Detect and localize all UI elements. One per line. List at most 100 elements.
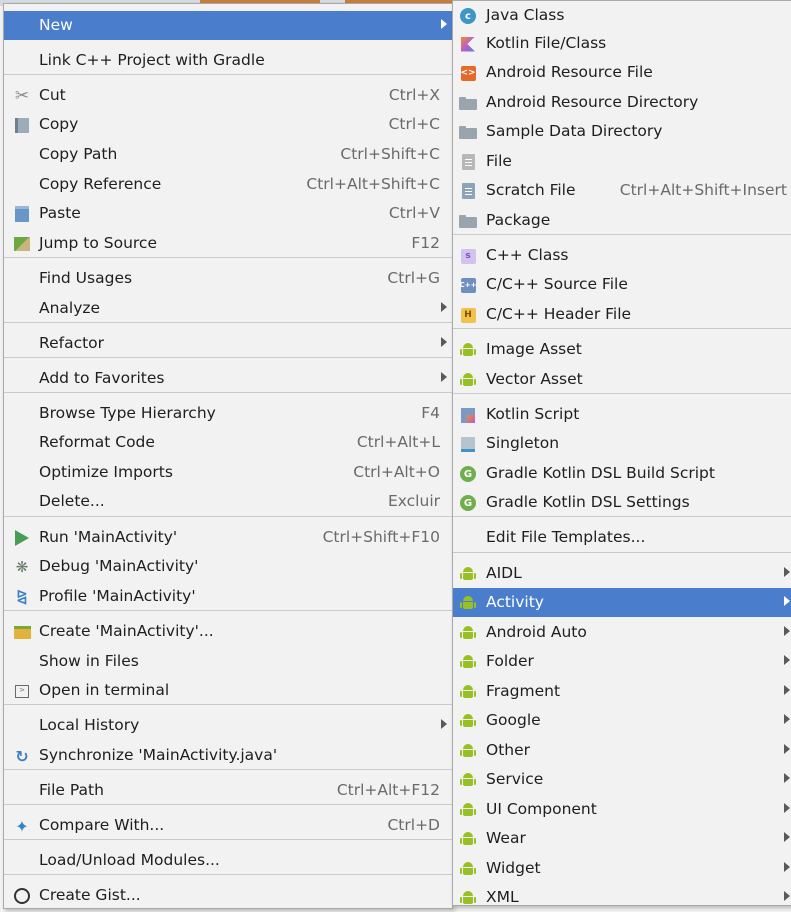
menu-item-label: Kotlin File/Class bbox=[486, 34, 607, 52]
android-icon bbox=[458, 741, 478, 761]
menu-item-reformat-code[interactable]: Reformat Code Ctrl+Alt+L bbox=[4, 428, 452, 457]
menu-item-refactor[interactable]: Refactor bbox=[4, 329, 452, 358]
menu-item-synchronize-mainactivity-java[interactable]: ↻ Synchronize 'MainActivity.java' bbox=[4, 741, 452, 770]
menu-separator bbox=[453, 552, 791, 553]
menu-item-copy-reference[interactable]: Copy Reference Ctrl+Alt+Shift+C bbox=[4, 170, 452, 199]
menu-item-open-in-terminal[interactable]: > Open in terminal bbox=[4, 676, 452, 705]
menu-item-label: Link C++ Project with Gradle bbox=[39, 51, 265, 69]
submenu-arrow-icon bbox=[784, 626, 790, 636]
submenu-item-c-c-source-file[interactable]: C++ C/C++ Source File bbox=[453, 270, 791, 299]
menu-item-label: Wear bbox=[486, 829, 526, 847]
menu-item-label: Service bbox=[486, 770, 544, 788]
menu-item-debug-mainactivity[interactable]: ❋ Debug 'MainActivity' bbox=[4, 552, 452, 581]
submenu-item-singleton[interactable]: Singleton bbox=[453, 429, 791, 458]
submenu-item-java-class[interactable]: c Java Class bbox=[453, 1, 791, 30]
menu-item-file-path[interactable]: File Path Ctrl+Alt+F12 bbox=[4, 776, 452, 805]
menu-item-label: Sample Data Directory bbox=[486, 122, 663, 140]
menu-item-label: Jump to Source bbox=[39, 234, 157, 252]
menu-item-label: Widget bbox=[486, 859, 541, 877]
submenu-item-c-c-header-file[interactable]: H C/C++ Header File bbox=[453, 300, 791, 329]
menu-item-copy-path[interactable]: Copy Path Ctrl+Shift+C bbox=[4, 140, 452, 169]
submenu-item-ui-component[interactable]: UI Component bbox=[453, 795, 791, 824]
menu-item-label: New bbox=[39, 16, 73, 34]
menu-item-label: Refactor bbox=[39, 334, 105, 352]
submenu-item-image-asset[interactable]: Image Asset bbox=[453, 335, 791, 364]
folder-icon bbox=[458, 93, 478, 113]
menu-item-label: Reformat Code bbox=[39, 433, 155, 451]
submenu-item-gradle-kotlin-dsl-settings[interactable]: G Gradle Kotlin DSL Settings bbox=[453, 488, 791, 517]
submenu-item-kotlin-script[interactable]: Kotlin Script bbox=[453, 400, 791, 429]
submenu-item-file[interactable]: File bbox=[453, 147, 791, 176]
android-icon bbox=[458, 682, 478, 702]
submenu-item-widget[interactable]: Widget bbox=[453, 854, 791, 883]
menu-item-label: Run 'MainActivity' bbox=[39, 528, 178, 546]
submenu-item-package[interactable]: Package bbox=[453, 206, 791, 235]
submenu-arrow-icon bbox=[784, 596, 790, 606]
context-menu: New Link C++ Project with Gradle ✂ Cut Ctrl+… bbox=[3, 3, 453, 909]
menu-item-label: Scratch File bbox=[486, 181, 576, 199]
submenu-item-google[interactable]: Google bbox=[453, 706, 791, 735]
menu-item-find-usages[interactable]: Find Usages Ctrl+G bbox=[4, 264, 452, 293]
package-icon bbox=[458, 211, 478, 231]
menu-item-label: XML bbox=[486, 888, 519, 906]
menu-item-create-gist[interactable]: Create Gist... bbox=[4, 881, 452, 910]
android-icon bbox=[458, 340, 478, 360]
menu-item-label: Analyze bbox=[39, 299, 101, 317]
submenu-item-kotlin-file-class[interactable]: Kotlin File/Class bbox=[453, 29, 791, 58]
menu-item-jump-to-source[interactable]: Jump to Source F12 bbox=[4, 229, 452, 258]
submenu-item-aidl[interactable]: AIDL bbox=[453, 559, 791, 588]
submenu-item-android-auto[interactable]: Android Auto bbox=[453, 618, 791, 647]
submenu-item-folder[interactable]: Folder bbox=[453, 647, 791, 676]
github-icon bbox=[12, 886, 32, 906]
submenu-item-wear[interactable]: Wear bbox=[453, 824, 791, 853]
menu-item-label: C/C++ Header File bbox=[486, 305, 632, 323]
submenu-arrow-icon bbox=[441, 372, 447, 382]
submenu-item-xml[interactable]: XML bbox=[453, 883, 791, 912]
menu-item-new[interactable]: New bbox=[4, 11, 452, 40]
menu-item-shortcut: Ctrl+Alt+O bbox=[353, 463, 440, 481]
menu-item-label: Gradle Kotlin DSL Build Script bbox=[486, 464, 715, 482]
submenu-item-android-resource-directory[interactable]: Android Resource Directory bbox=[453, 88, 791, 117]
menu-item-delete[interactable]: Delete... Excluir bbox=[4, 487, 452, 516]
menu-item-optimize-imports[interactable]: Optimize Imports Ctrl+Alt+O bbox=[4, 458, 452, 487]
menu-item-compare-with[interactable]: ✦ Compare With... Ctrl+D bbox=[4, 811, 452, 840]
menu-item-link-c-project-with-gradle[interactable]: Link C++ Project with Gradle bbox=[4, 46, 452, 75]
menu-item-label: Debug 'MainActivity' bbox=[39, 557, 199, 575]
submenu-item-edit-file-templates[interactable]: Edit File Templates... bbox=[453, 523, 791, 552]
menu-item-analyze[interactable]: Analyze bbox=[4, 294, 452, 323]
copy-icon bbox=[12, 115, 32, 135]
submenu-item-android-resource-file[interactable]: <> Android Resource File bbox=[453, 58, 791, 87]
menu-item-label: Image Asset bbox=[486, 340, 582, 358]
menu-item-add-to-favorites[interactable]: Add to Favorites bbox=[4, 364, 452, 393]
submenu-item-other[interactable]: Other bbox=[453, 736, 791, 765]
submenu-item-service[interactable]: Service bbox=[453, 765, 791, 794]
submenu-item-activity[interactable]: Activity bbox=[453, 588, 791, 617]
menu-item-label: Vector Asset bbox=[486, 370, 583, 388]
menu-item-shortcut: Ctrl+Alt+F12 bbox=[336, 781, 440, 799]
menu-item-run-mainactivity[interactable]: Run 'MainActivity' Ctrl+Shift+F10 bbox=[4, 523, 452, 552]
menu-item-label: C/C++ Source File bbox=[486, 275, 628, 293]
menu-item-create-mainactivity[interactable]: Create 'MainActivity'... bbox=[4, 617, 452, 646]
menu-item-cut[interactable]: ✂ Cut Ctrl+X bbox=[4, 81, 452, 110]
menu-item-local-history[interactable]: Local History bbox=[4, 711, 452, 740]
menu-item-profile-mainactivity[interactable]: ⧎ Profile 'MainActivity' bbox=[4, 582, 452, 611]
submenu-arrow-icon bbox=[784, 744, 790, 754]
menu-item-paste[interactable]: Paste Ctrl+V bbox=[4, 199, 452, 228]
menu-item-load-unload-modules[interactable]: Load/Unload Modules... bbox=[4, 846, 452, 875]
submenu-arrow-icon bbox=[441, 719, 447, 729]
submenu-item-sample-data-directory[interactable]: Sample Data Directory bbox=[453, 117, 791, 146]
submenu-item-fragment[interactable]: Fragment bbox=[453, 677, 791, 706]
submenu-item-vector-asset[interactable]: Vector Asset bbox=[453, 365, 791, 394]
menu-item-shortcut: Ctrl+G bbox=[387, 269, 440, 287]
menu-item-label: AIDL bbox=[486, 564, 522, 582]
menu-item-copy[interactable]: Copy Ctrl+C bbox=[4, 110, 452, 139]
submenu-item-c-class[interactable]: s C++ Class bbox=[453, 241, 791, 270]
submenu-item-scratch-file[interactable]: Scratch File Ctrl+Alt+Shift+Insert bbox=[453, 176, 791, 205]
menu-item-label: UI Component bbox=[486, 800, 597, 818]
submenu-arrow-icon bbox=[784, 832, 790, 842]
menu-item-browse-type-hierarchy[interactable]: Browse Type Hierarchy F4 bbox=[4, 399, 452, 428]
android-icon bbox=[458, 888, 478, 908]
submenu-arrow-icon bbox=[784, 891, 790, 901]
submenu-item-gradle-kotlin-dsl-build-script[interactable]: G Gradle Kotlin DSL Build Script bbox=[453, 459, 791, 488]
menu-item-show-in-files[interactable]: Show in Files bbox=[4, 647, 452, 676]
